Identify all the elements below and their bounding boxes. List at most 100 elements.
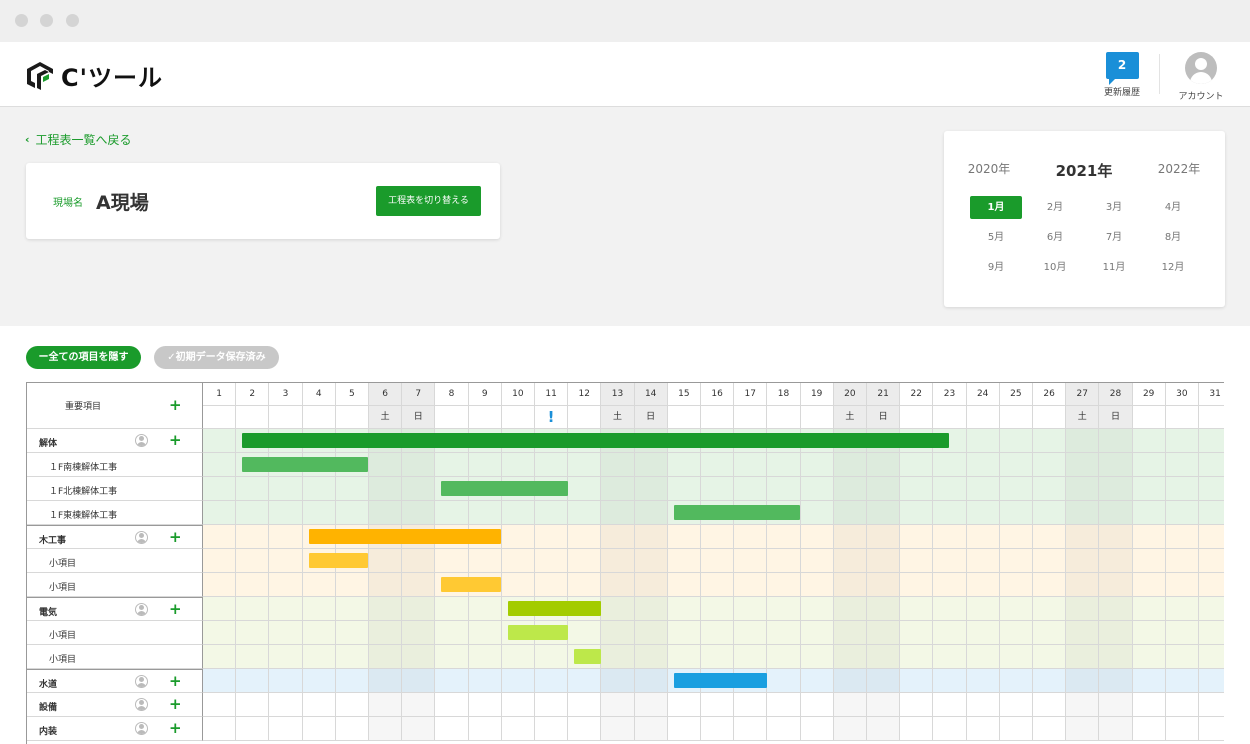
gantt-cell[interactable] [800, 621, 834, 645]
year-next[interactable]: 2022年 [1144, 160, 1214, 177]
gantt-cell[interactable] [634, 477, 668, 501]
gantt-cell[interactable] [1033, 645, 1067, 669]
gantt-cell[interactable] [1199, 645, 1224, 669]
gantt-cell[interactable] [203, 549, 237, 573]
gantt-cell[interactable] [867, 669, 901, 693]
gantt-cell[interactable] [535, 573, 569, 597]
gantt-cell[interactable] [1066, 645, 1100, 669]
gantt-cell[interactable] [701, 453, 735, 477]
gantt-cell[interactable] [1132, 525, 1166, 549]
gantt-cell[interactable] [999, 621, 1033, 645]
gantt-cell[interactable] [203, 501, 237, 525]
add-subitem-plus-icon[interactable]: + [169, 529, 182, 545]
gantt-cell[interactable] [601, 645, 635, 669]
gantt-cell[interactable] [1033, 717, 1067, 741]
gantt-cell[interactable] [568, 669, 602, 693]
gantt-cell[interactable] [269, 645, 303, 669]
gantt-cell[interactable] [1066, 525, 1100, 549]
gantt-cell[interactable] [601, 525, 635, 549]
gantt-cell[interactable] [634, 525, 668, 549]
gantt-cell[interactable] [203, 669, 237, 693]
task-subitem-row[interactable]: 小項目 [27, 645, 203, 669]
gantt-cell[interactable] [667, 621, 701, 645]
gantt-cell[interactable] [335, 501, 369, 525]
gantt-cell[interactable] [435, 693, 469, 717]
gantt-cell[interactable] [1066, 621, 1100, 645]
gantt-cell[interactable] [203, 573, 237, 597]
schedule-bar[interactable] [574, 649, 601, 664]
gantt-cell[interactable] [667, 573, 701, 597]
gantt-cell[interactable] [867, 525, 901, 549]
gantt-cell[interactable] [667, 693, 701, 717]
gantt-cell[interactable] [501, 549, 535, 573]
gantt-cell[interactable] [369, 621, 403, 645]
add-subitem-plus-icon[interactable]: + [169, 601, 182, 617]
gantt-cell[interactable] [302, 717, 336, 741]
gantt-cell[interactable] [369, 693, 403, 717]
gantt-cell[interactable] [402, 597, 436, 621]
gantt-cell[interactable] [568, 621, 602, 645]
gantt-cell[interactable] [900, 645, 934, 669]
gantt-cell[interactable] [1033, 549, 1067, 573]
gantt-cell[interactable] [236, 477, 270, 501]
gantt-cell[interactable] [236, 669, 270, 693]
gantt-cell[interactable] [1165, 645, 1199, 669]
add-item-plus-icon[interactable]: + [169, 397, 182, 413]
gantt-cell[interactable] [468, 669, 502, 693]
gantt-cell[interactable] [701, 573, 735, 597]
gantt-cell[interactable] [535, 669, 569, 693]
gantt-cell[interactable] [667, 597, 701, 621]
gantt-cell[interactable] [269, 717, 303, 741]
gantt-cell[interactable] [966, 501, 1000, 525]
gantt-cell[interactable] [800, 693, 834, 717]
gantt-cell[interactable] [999, 573, 1033, 597]
gantt-cell[interactable] [568, 717, 602, 741]
gantt-cell[interactable] [236, 501, 270, 525]
gantt-cell[interactable] [701, 693, 735, 717]
gantt-cell[interactable] [966, 693, 1000, 717]
gantt-cell[interactable] [601, 573, 635, 597]
gantt-cell[interactable] [302, 693, 336, 717]
gantt-cell[interactable] [1099, 501, 1133, 525]
assign-user-icon[interactable] [135, 722, 148, 735]
gantt-cell[interactable] [1165, 429, 1199, 453]
task-group-row[interactable]: 内装 + [27, 717, 203, 741]
gantt-cell[interactable] [634, 501, 668, 525]
gantt-cell[interactable] [1132, 717, 1166, 741]
gantt-cell[interactable] [833, 453, 867, 477]
gantt-cell[interactable] [933, 621, 967, 645]
assign-user-icon[interactable] [135, 434, 148, 447]
gantt-cell[interactable] [369, 717, 403, 741]
gantt-cell[interactable] [1199, 501, 1224, 525]
gantt-cell[interactable] [734, 525, 768, 549]
gantt-cell[interactable] [800, 669, 834, 693]
gantt-cell[interactable] [634, 573, 668, 597]
gantt-cell[interactable] [966, 645, 1000, 669]
month-11[interactable]: 11月 [1088, 256, 1140, 279]
gantt-cell[interactable] [601, 669, 635, 693]
gantt-cell[interactable] [203, 525, 237, 549]
gantt-cell[interactable] [1099, 573, 1133, 597]
gantt-cell[interactable] [1033, 693, 1067, 717]
task-group-row[interactable]: 木工事 + [27, 525, 203, 549]
gantt-cell[interactable] [900, 693, 934, 717]
gantt-cell[interactable] [833, 501, 867, 525]
gantt-cell[interactable] [1066, 717, 1100, 741]
gantt-cell[interactable] [1132, 645, 1166, 669]
gantt-cell[interactable] [634, 645, 668, 669]
gantt-cell[interactable] [833, 669, 867, 693]
gantt-cell[interactable] [501, 573, 535, 597]
gantt-cell[interactable] [833, 525, 867, 549]
gantt-cell[interactable] [601, 501, 635, 525]
window-maximize-dot[interactable] [66, 14, 79, 27]
gantt-cell[interactable] [1165, 573, 1199, 597]
gantt-cell[interactable] [402, 501, 436, 525]
gantt-cell[interactable] [1066, 669, 1100, 693]
gantt-cell[interactable] [435, 621, 469, 645]
gantt-cell[interactable] [1199, 525, 1224, 549]
gantt-cell[interactable] [1199, 621, 1224, 645]
gantt-cell[interactable] [867, 717, 901, 741]
gantt-cell[interactable] [369, 645, 403, 669]
gantt-cell[interactable] [1066, 501, 1100, 525]
gantt-cell[interactable] [999, 717, 1033, 741]
